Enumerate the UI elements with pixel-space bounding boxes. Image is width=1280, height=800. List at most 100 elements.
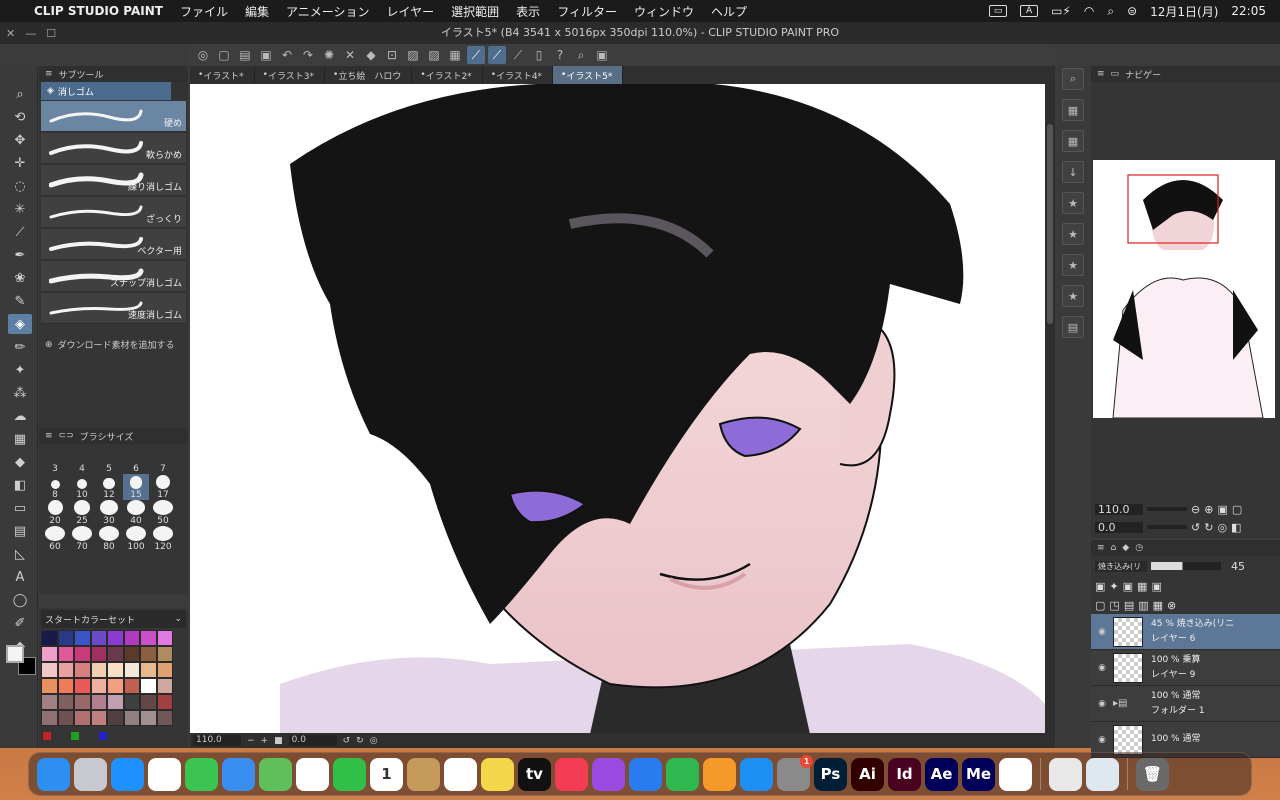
favorite2-icon[interactable]: ★ (1062, 223, 1084, 245)
merge-down-icon[interactable]: ▦ (1153, 599, 1163, 612)
color-swatch[interactable] (140, 710, 157, 726)
document-tab[interactable]: • イラスト5* (553, 66, 624, 84)
color-swatch[interactable] (107, 678, 124, 694)
text-tool-icon[interactable]: A (8, 567, 32, 587)
zoom-in-icon[interactable]: + (261, 736, 269, 746)
navigator-rotation-field[interactable]: 0.0 (1095, 521, 1143, 533)
color-swatch[interactable] (74, 678, 91, 694)
quick-color-chip[interactable] (99, 732, 107, 740)
snap-ruler-icon[interactable]: ⟋ (467, 46, 485, 64)
fill-tool-icon[interactable]: ◆ (8, 452, 32, 472)
subtool-item[interactable]: 硬め (41, 101, 186, 132)
color-swatch[interactable] (41, 662, 58, 678)
dock-app-notes[interactable] (481, 757, 514, 791)
airbrush-tool-icon[interactable]: ✦ (8, 360, 32, 380)
frame-tool-icon[interactable]: ▤ (8, 521, 32, 541)
subtool-group-eraser[interactable]: ◈ 消しゴム (41, 82, 171, 100)
rotate-right-icon[interactable]: ↻ (1204, 521, 1213, 534)
brush-size-option[interactable]: 60 (42, 526, 68, 552)
eyedropper-tool-icon[interactable]: ⟋ (8, 222, 32, 242)
color-swatch[interactable] (41, 694, 58, 710)
dock-app-messages[interactable] (185, 757, 218, 791)
color-swatch[interactable] (41, 710, 58, 726)
brush-size-option[interactable]: 10 (69, 474, 95, 500)
color-swatch[interactable] (107, 694, 124, 710)
dock-app-media-encoder[interactable]: Me (962, 757, 995, 791)
decoration2-tool-icon[interactable]: ⁂ (8, 383, 32, 403)
color-swatch[interactable] (123, 646, 140, 662)
undo-icon[interactable]: ↶ (278, 46, 296, 64)
visibility-eye-icon[interactable]: ◉ (1091, 627, 1113, 637)
material2-icon[interactable]: ▦ (1062, 130, 1084, 152)
scroll-thumb[interactable] (1047, 124, 1053, 324)
document-tab[interactable]: • 立ち絵 ハロウ (325, 66, 413, 84)
history-icon[interactable]: ◷ (1135, 543, 1143, 553)
visibility-eye-icon[interactable]: ◉ (1091, 699, 1113, 709)
dock-app-numbers[interactable] (666, 757, 699, 791)
menu-selection[interactable]: 選択範囲 (451, 3, 499, 20)
lock-transparent-icon[interactable]: ▦ (1137, 580, 1147, 593)
dock-trash-icon[interactable]: 🗑 (1136, 757, 1169, 791)
color-swatch[interactable] (90, 710, 107, 726)
color-set-select[interactable]: スタートカラーセット ⌄ (41, 610, 186, 628)
navigator-preview[interactable] (1093, 160, 1275, 418)
favorite3-icon[interactable]: ★ (1062, 254, 1084, 276)
color-swatch[interactable] (41, 630, 58, 646)
dock-app-after-effects[interactable]: Ae (925, 757, 958, 791)
new-file-icon[interactable]: ▢ (215, 46, 233, 64)
color-swatch[interactable] (90, 646, 107, 662)
opacity-value[interactable]: 45 (1231, 560, 1245, 573)
visibility-eye-icon[interactable]: ◉ (1091, 735, 1113, 745)
brush-size-option[interactable]: 3 (42, 448, 68, 474)
subtool-item[interactable]: ざっくり (41, 197, 186, 228)
brush-size-option[interactable]: 5 (96, 448, 122, 474)
color-swatch[interactable] (123, 662, 140, 678)
brush-size-option[interactable]: 120 (150, 526, 176, 552)
wifi-icon[interactable]: ◠ (1084, 4, 1094, 18)
navigator-slider[interactable] (1147, 507, 1187, 511)
minimize-icon[interactable]: — (25, 27, 36, 40)
subtool-item[interactable]: ベクター用 (41, 229, 186, 260)
redo-icon[interactable]: ↷ (299, 46, 317, 64)
brush-size-option[interactable]: 40 (123, 500, 149, 526)
subtool-item[interactable]: 練り消しゴム (41, 165, 186, 196)
zoom-out-icon[interactable]: ⊖ (1191, 503, 1200, 516)
document-tab[interactable]: • イラスト3* (255, 66, 325, 84)
opacity-slider[interactable] (1151, 562, 1221, 570)
save-icon[interactable]: ▣ (257, 46, 275, 64)
brush-size-option[interactable]: 20 (42, 500, 68, 526)
layer-icon[interactable]: ◆ (1122, 543, 1129, 553)
menu-view[interactable]: 表示 (516, 3, 540, 20)
menu-icon[interactable]: ≡ (45, 431, 53, 441)
transform-icon[interactable]: ⊡ (383, 46, 401, 64)
brush-size-option[interactable]: 25 (69, 500, 95, 526)
color-swatch[interactable] (57, 678, 74, 694)
zoom-out-icon[interactable]: − (247, 736, 255, 746)
brush-size-option[interactable]: 6 (123, 448, 149, 474)
color-swatch[interactable] (156, 662, 173, 678)
layer-row[interactable]: ◉ 45 % 焼き込み(リニ レイヤー 6 (1091, 614, 1280, 650)
menubar-time[interactable]: 22:05 (1231, 4, 1266, 18)
library-icon[interactable]: ▤ (1062, 316, 1084, 338)
navigator-rotation-slider[interactable] (1147, 525, 1187, 529)
correct-line-tool-icon[interactable]: ✐ (8, 613, 32, 633)
pen-tool-icon[interactable]: ✒ (8, 245, 32, 265)
color-swatch[interactable] (107, 662, 124, 678)
color-swatch[interactable] (123, 710, 140, 726)
device-icon[interactable]: ▯ (530, 46, 548, 64)
canvas[interactable] (190, 84, 1045, 734)
blend-mode-select[interactable]: 焼き込み(リ (1095, 560, 1147, 572)
dock-app-app-store[interactable] (740, 757, 773, 791)
help-icon[interactable]: ? (551, 46, 569, 64)
color-swatch[interactable] (74, 662, 91, 678)
document-tab[interactable]: • イラスト2* (412, 66, 483, 84)
subtool-tab-label[interactable]: サブツール (59, 68, 104, 81)
snap-special-ruler-icon[interactable]: ⟋ (488, 46, 506, 64)
dock-app-photos[interactable] (296, 757, 329, 791)
reset-rotation-icon[interactable]: ◎ (370, 736, 378, 746)
reset-rotation-icon[interactable]: ◎ (1217, 521, 1227, 534)
app-menu[interactable]: CLIP STUDIO PAINT (34, 4, 163, 18)
layer-row[interactable]: ◉ ▸▤ 100 % 通常 フォルダー 1 (1091, 686, 1280, 722)
zoom-in-icon[interactable]: ⊕ (1204, 503, 1213, 516)
color-swatch[interactable] (123, 678, 140, 694)
